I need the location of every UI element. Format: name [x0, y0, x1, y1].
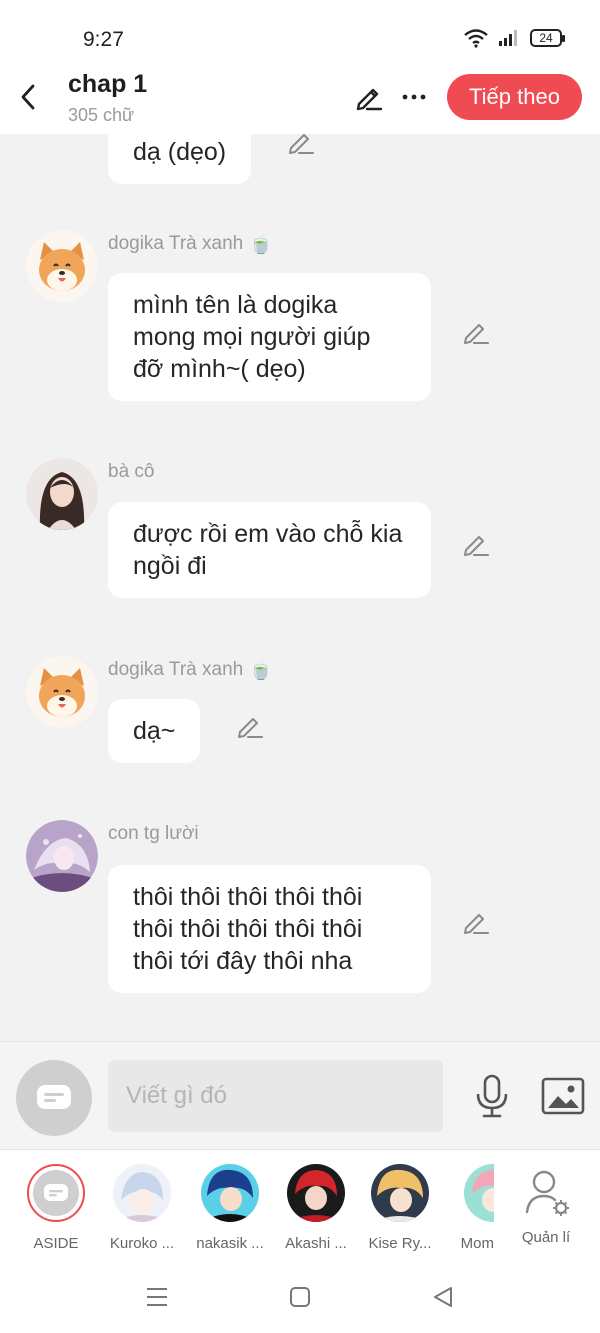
- edit-message-icon[interactable]: [462, 908, 490, 936]
- character-mom[interactable]: Mom: [446, 1164, 494, 1252]
- edit-button[interactable]: [352, 80, 386, 114]
- akashi-avatar: [287, 1164, 345, 1222]
- character-label: Akashi ...: [285, 1235, 347, 1252]
- manage-characters-button[interactable]: Quản lí: [506, 1164, 586, 1246]
- mom-avatar-icon: [464, 1164, 494, 1222]
- character-akashi[interactable]: Akashi ...: [276, 1164, 356, 1252]
- speaker-name-text: bà cô: [108, 461, 155, 482]
- woman-avatar-icon: [26, 458, 98, 530]
- image-icon[interactable]: [541, 1076, 585, 1116]
- battery-icon: 24: [530, 29, 565, 47]
- speaker-name-text: con tg lười: [108, 823, 199, 844]
- message-bubble[interactable]: thôi thôi thôi thôi thôi thôi thôi thôi …: [108, 865, 431, 993]
- tea-emoji: 🍵: [249, 234, 273, 255]
- back-triangle-icon[interactable]: [431, 1285, 455, 1309]
- message-bubble[interactable]: dạ~: [108, 699, 201, 763]
- speaker-name: dogika Trà xanh 🍵: [108, 658, 273, 682]
- shiba-avatar-icon: [26, 656, 98, 728]
- edit-message-icon[interactable]: [462, 318, 490, 346]
- edit-message-icon[interactable]: [462, 530, 490, 558]
- message-input[interactable]: [108, 1060, 443, 1132]
- character-selector: ASIDE Kuroko ... nakasik ... Akashi ... …: [0, 1149, 600, 1259]
- avatar-shiba[interactable]: [26, 230, 98, 302]
- edit-message-icon[interactable]: [287, 134, 315, 156]
- composer-bar: [0, 1041, 600, 1149]
- message-bubble[interactable]: mình tên là dogika mong mọi người giúp đ…: [108, 273, 431, 401]
- signal-icon: [499, 30, 517, 46]
- back-button[interactable]: [14, 80, 42, 114]
- chat-bubble-icon: [44, 1184, 68, 1201]
- avatar-shiba[interactable]: [26, 656, 98, 728]
- next-chapter-button[interactable]: Tiếp theo: [447, 74, 582, 120]
- character-label: ASIDE: [33, 1235, 79, 1252]
- kuroko-avatar-icon: [113, 1164, 171, 1222]
- character-kise[interactable]: Kise Ry...: [360, 1164, 440, 1252]
- avatar-con-tg-luoi[interactable]: [26, 820, 98, 892]
- character-nakasik[interactable]: nakasik ...: [190, 1164, 270, 1252]
- home-icon[interactable]: [288, 1285, 312, 1309]
- speaker-name-text: dogika Trà xanh: [108, 233, 244, 254]
- speaker-name: dogika Trà xanh 🍵: [108, 232, 273, 256]
- edit-message-icon[interactable]: [236, 712, 264, 740]
- anime-avatar-icon: [26, 820, 98, 892]
- kise-avatar-icon: [371, 1164, 429, 1222]
- character-label: Quản lí: [521, 1229, 571, 1246]
- status-icons: 24: [464, 28, 565, 48]
- character-label: Kuroko ...: [109, 1235, 175, 1252]
- speaker-name: bà cô: [108, 461, 154, 483]
- chapter-title: chap 1: [68, 70, 148, 98]
- message-bubble[interactable]: dạ (dẹo): [108, 134, 252, 184]
- nakasik-avatar-icon: [201, 1164, 259, 1222]
- character-label: nakasik ...: [196, 1235, 264, 1252]
- aside-toggle-button[interactable]: [16, 1060, 92, 1136]
- chevron-left-icon: [21, 84, 35, 110]
- pencil-icon: [356, 88, 383, 111]
- character-label: Mom: [460, 1235, 494, 1252]
- more-horizontal-icon: [402, 94, 426, 100]
- user-settings-icon: [525, 1170, 569, 1216]
- message-bubble[interactable]: được rồi em vào chỗ kia ngồi đi: [108, 502, 431, 598]
- kuroko-avatar: [113, 1164, 171, 1222]
- kise-avatar: [371, 1164, 429, 1222]
- chapter-header: chap 1 305 chữ Tiếp theo: [0, 62, 600, 134]
- status-bar: 9:27 24: [0, 0, 600, 62]
- avatar-ba-co[interactable]: [26, 458, 98, 530]
- system-navigation-bar: [0, 1259, 600, 1333]
- speaker-name-text: dogika Trà xanh: [108, 659, 244, 680]
- character-aside[interactable]: ASIDE: [16, 1164, 96, 1252]
- akashi-avatar-icon: [287, 1164, 345, 1222]
- wifi-icon: [464, 29, 488, 48]
- shiba-avatar-icon: [26, 230, 98, 302]
- speaker-name: con tg lười: [108, 823, 199, 845]
- word-count: 305 chữ: [68, 105, 135, 125]
- status-time: 9:27: [83, 28, 124, 51]
- aside-avatar-inner: [33, 1170, 79, 1216]
- more-options-button[interactable]: [398, 80, 430, 114]
- nakasik-avatar: [201, 1164, 259, 1222]
- chat-area: dạ (dẹo) dogika Trà xanh 🍵 mình tên là d…: [0, 134, 600, 1041]
- menu-icon[interactable]: [145, 1285, 169, 1309]
- mom-avatar: [464, 1164, 494, 1222]
- chat-bubble-icon: [37, 1085, 71, 1109]
- character-label: Kise Ry...: [368, 1235, 432, 1252]
- aside-avatar: [27, 1164, 85, 1222]
- character-kuroko[interactable]: Kuroko ...: [102, 1164, 182, 1252]
- tea-emoji: 🍵: [249, 660, 273, 681]
- microphone-icon[interactable]: [472, 1074, 512, 1118]
